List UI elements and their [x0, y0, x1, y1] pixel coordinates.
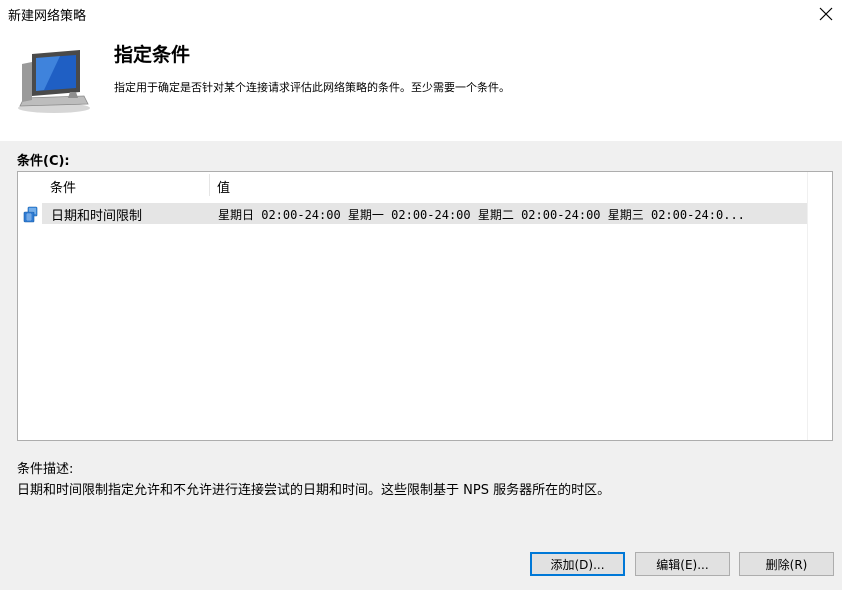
wizard-header: 指定条件 指定用于确定是否针对某个连接请求评估此网络策略的条件。至少需要一个条件…	[0, 28, 842, 141]
window-title: 新建网络策略	[8, 9, 87, 24]
column-header-value[interactable]: 值	[217, 177, 230, 196]
condition-description-label: 条件描述:	[17, 462, 74, 477]
condition-description-text: 日期和时间限制指定允许和不允许进行连接尝试的日期和时间。这些限制基于 NPS 服…	[17, 483, 611, 498]
page-title: 指定条件	[114, 44, 191, 66]
column-divider[interactable]	[209, 174, 210, 196]
list-item[interactable]: 日期和时间限制 星期日 02:00-24:00 星期一 02:00-24:00 …	[42, 203, 808, 224]
vertical-scrollbar[interactable]	[807, 172, 832, 440]
edit-button[interactable]: 编辑(E)...	[635, 552, 730, 576]
title-bar: 新建网络策略	[0, 0, 842, 28]
condition-name: 日期和时间限制	[51, 209, 143, 224]
date-time-restriction-icon	[23, 206, 38, 223]
delete-button[interactable]: 删除(R)	[739, 552, 834, 576]
close-button[interactable]	[810, 0, 842, 28]
condition-value: 星期日 02:00-24:00 星期一 02:00-24:00 星期二 02:0…	[218, 208, 745, 222]
close-icon	[819, 7, 833, 21]
list-header: 条件 值	[18, 172, 808, 196]
column-header-condition[interactable]: 条件	[50, 177, 76, 196]
computer-monitor-icon	[18, 50, 90, 113]
new-network-policy-dialog: 新建网络策略 指定条件 指定用于确定是否针对某个连接请求评估此网络策略的条件。至…	[0, 0, 842, 590]
conditions-label: 条件(C):	[17, 154, 70, 169]
add-button[interactable]: 添加(D)...	[530, 552, 625, 576]
page-description: 指定用于确定是否针对某个连接请求评估此网络策略的条件。至少需要一个条件。	[114, 81, 510, 94]
conditions-list[interactable]: 条件 值 日期和时间限制 星期日 02:00-24:00 星期一 02:00-2…	[17, 171, 833, 441]
